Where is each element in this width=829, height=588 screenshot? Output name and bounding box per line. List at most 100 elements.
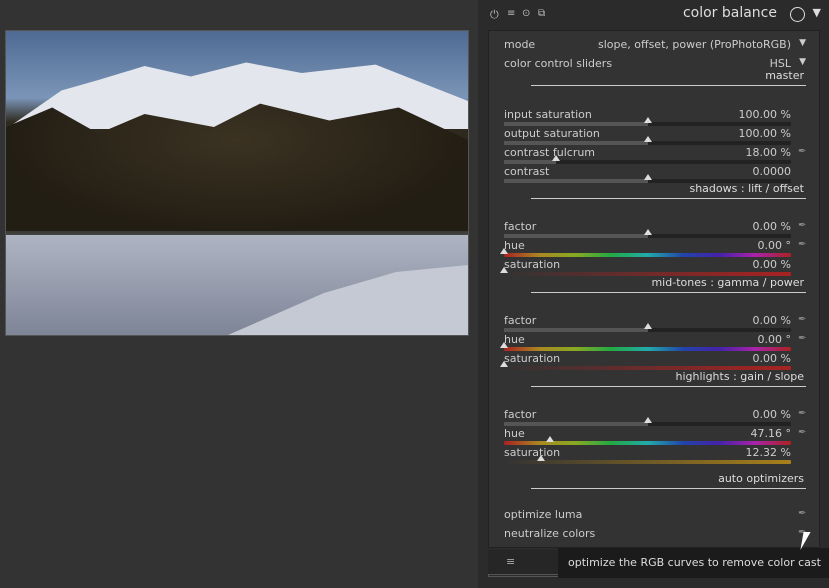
color-picker-icon[interactable]: ✒ [798,408,806,419]
slider-factor[interactable]: factor 0.00 % ✒ [504,314,806,332]
chevron-down-icon: ▼ [799,57,806,67]
neutralize-colors-row[interactable]: neutralize colors ✒ [504,527,806,541]
slider-track[interactable] [504,229,791,238]
slider-fill [504,328,648,332]
section-header: mid-tones : gamma / power [531,276,806,293]
slider-value: 47.16 ° [750,427,792,440]
slider-track[interactable] [504,323,791,332]
slider-label: hue [504,427,525,440]
slider-hue[interactable]: hue 47.16 ° ✒ [504,427,806,445]
module-header[interactable]: ⏻ ≡ ⊙ ⧉ color balance ▼ [478,0,829,28]
slider-value: 0.00 % [752,314,791,327]
mode-label: mode [504,38,536,51]
slider-handle[interactable] [643,323,652,329]
slider-fill [504,141,648,145]
right-panel: ⏻ ≡ ⊙ ⧉ color balance ▼ mode slope, offs… [478,0,829,588]
image-view [0,0,476,588]
neutralize-colors-label: neutralize colors [504,527,596,540]
section-auto-optimizers: auto optimizers [531,472,806,489]
slider-handle[interactable] [643,136,652,142]
slider-handle[interactable] [643,174,652,180]
slider-value: 0.00 % [752,352,791,365]
slider-track[interactable] [504,155,791,164]
slider-fill [504,122,648,126]
slider-value: 0.00 ° [757,239,792,252]
slider-track[interactable] [504,436,791,445]
slider-value: 0.00 % [752,258,791,271]
slider-track[interactable] [504,117,791,126]
slider-track[interactable] [500,248,791,257]
slider-handle[interactable] [643,417,652,423]
slider-label: contrast fulcrum [504,146,596,159]
hamburger-menu-icon[interactable]: ≡ [506,555,515,568]
slider-label: saturation [504,258,561,271]
presets-icon[interactable]: ⧉ [538,8,545,19]
tooltip: optimize the RGB curves to remove color … [558,548,829,578]
slider-handle[interactable] [545,436,554,442]
photo-preview [5,30,469,336]
color-picker-icon[interactable]: ✒ [798,239,806,250]
color-picker-icon[interactable]: ✒ [798,220,806,231]
slider-handle[interactable] [500,342,508,348]
slider-fill [504,160,556,164]
slider-saturation[interactable]: saturation 0.00 % [500,352,791,370]
slider-handle[interactable] [500,267,508,273]
power-icon[interactable]: ⏻ [490,8,499,22]
color-picker-icon[interactable]: ✒ [798,146,806,157]
slider-value: 0.00 % [752,408,791,421]
slider-value: 0.00 ° [757,333,792,346]
slider-track[interactable] [500,342,791,351]
color-picker-icon[interactable]: ✒ [798,314,806,325]
slider-label: factor [504,408,537,421]
chevron-down-icon[interactable]: ▼ [813,6,821,19]
slider-handle[interactable] [537,455,546,461]
slider-value: 100.00 % [738,127,791,140]
slider-hue[interactable]: hue 0.00 ° ✒ [500,333,806,351]
color-picker-icon[interactable]: ✒ [798,508,806,519]
slider-label: factor [504,314,537,327]
forest [6,103,468,231]
section-header: highlights : gain / slope [531,370,806,387]
slider-track[interactable] [504,417,791,426]
slider-label: saturation [504,352,561,365]
color-picker-icon[interactable]: ✒ [798,333,806,344]
slider-track[interactable] [504,136,791,145]
slider-label: saturation [504,446,561,459]
slider-saturation[interactable]: saturation 12.32 % [504,446,791,464]
slider-fill [504,234,648,238]
optimize-luma-row[interactable]: optimize luma ✒ [504,508,806,522]
slider-hue[interactable]: hue 0.00 ° ✒ [500,239,806,257]
slider-value: 12.32 % [745,446,791,459]
slider-factor[interactable]: factor 0.00 % ✒ [504,220,806,238]
optimize-luma-label: optimize luma [504,508,583,521]
mask-circle-icon[interactable] [790,7,805,22]
chevron-down-icon: ▼ [799,38,806,48]
mode-value: slope, offset, power (ProPhotoRGB) [598,38,791,51]
slider-value: 0.0000 [752,165,792,178]
slider-handle[interactable] [500,248,508,254]
slider-saturation[interactable]: saturation 0.00 % [500,258,791,276]
slider-label: output saturation [504,127,600,140]
slider-output-saturation[interactable]: output saturation 100.00 % [504,127,791,145]
multi-instance-icon[interactable]: ≡ [507,8,515,19]
mode-combobox[interactable]: mode slope, offset, power (ProPhotoRGB) … [504,38,806,52]
module-body: mode slope, offset, power (ProPhotoRGB) … [488,30,820,548]
module-title: color balance [682,5,777,21]
slider-label: factor [504,220,537,233]
color-picker-icon[interactable]: ✒ [798,427,806,438]
section-header: master [531,69,806,86]
slider-handle[interactable] [551,155,560,161]
slider-track[interactable] [504,455,791,464]
slider-factor[interactable]: factor 0.00 % ✒ [504,408,806,426]
slider-value: 18.00 % [745,146,791,159]
slider-input-saturation[interactable]: input saturation 100.00 % [504,108,791,126]
slider-handle[interactable] [643,229,652,235]
section-header: shadows : lift / offset [531,182,806,199]
reset-icon[interactable]: ⊙ [522,8,530,19]
slider-handle[interactable] [643,117,652,123]
slider-handle[interactable] [500,361,508,367]
slider-contrast-fulcrum[interactable]: contrast fulcrum 18.00 % ✒ [504,146,806,164]
slider-fill [504,422,648,426]
slider-contrast[interactable]: contrast 0.0000 [504,165,792,183]
slider-value: 100.00 % [738,108,791,121]
